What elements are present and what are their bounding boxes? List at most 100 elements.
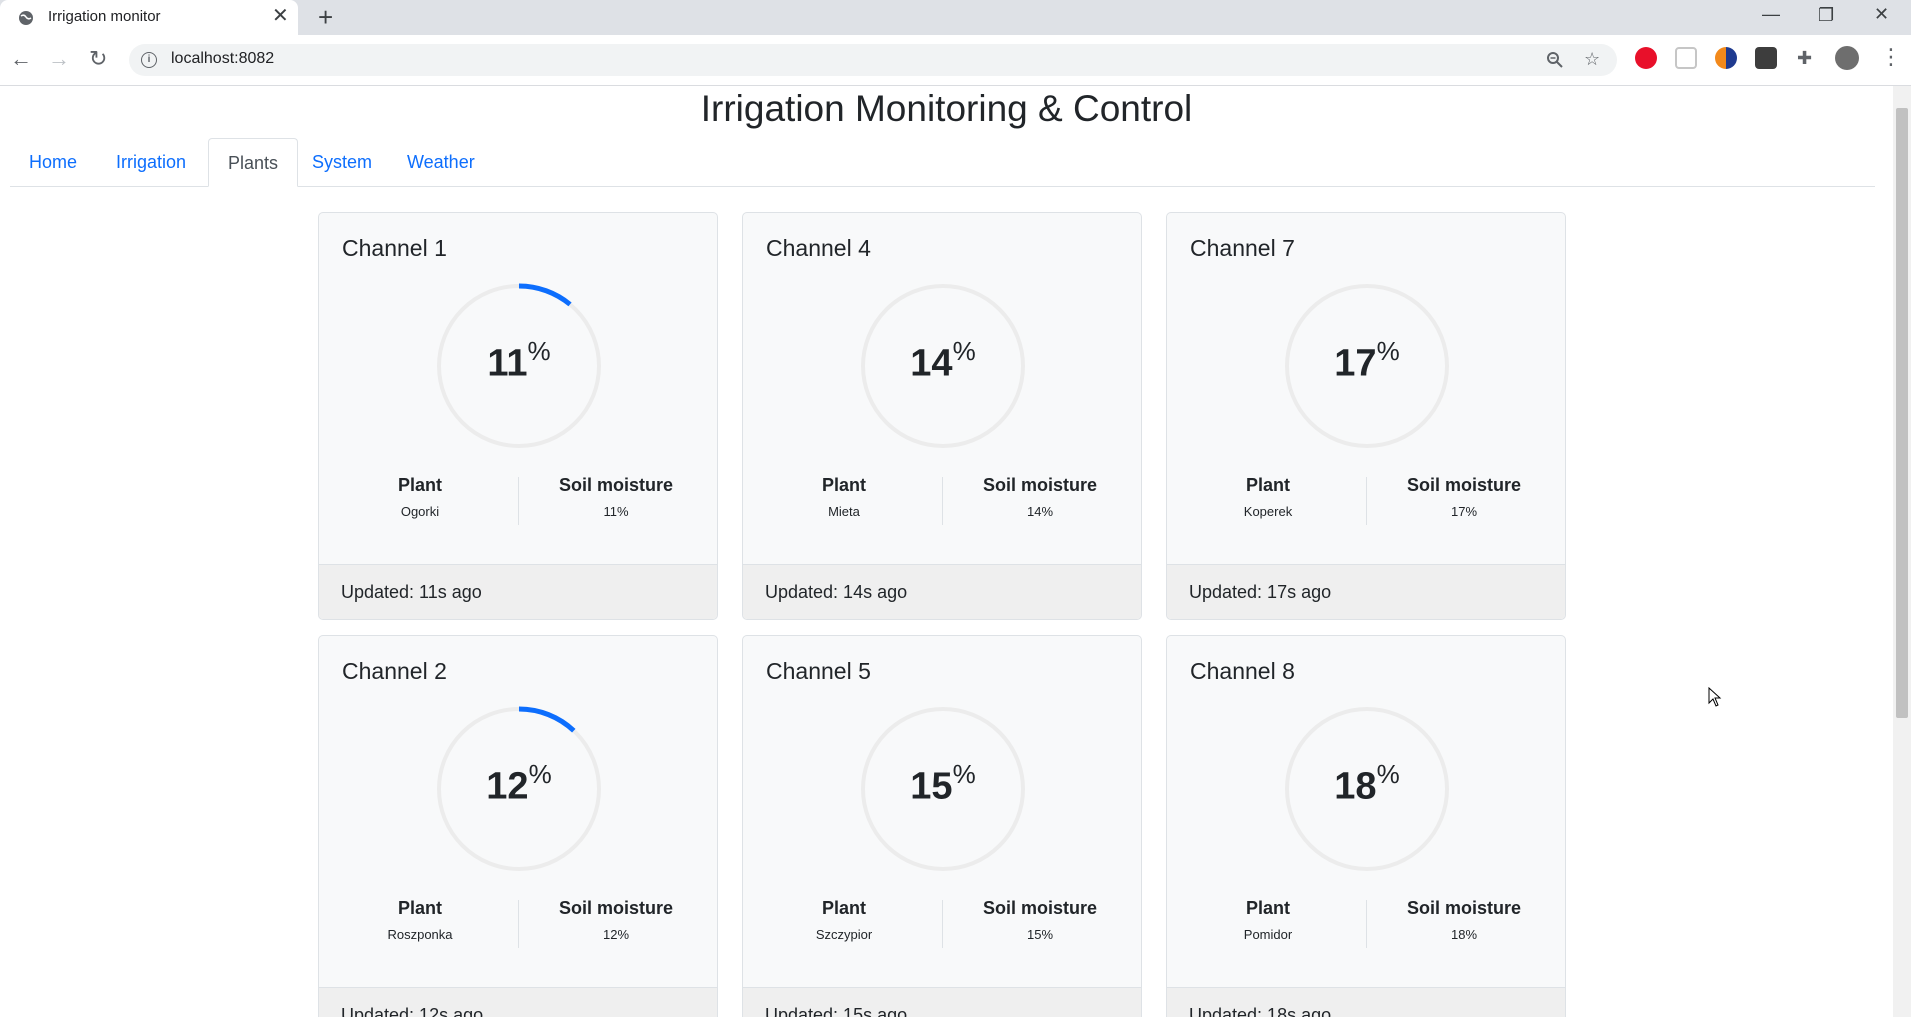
plant-stat: Plant Mieta — [747, 475, 941, 519]
moisture-value: 18% — [1450, 927, 1478, 942]
moisture-label: Soil moisture — [558, 475, 674, 495]
updated-text: Updated: 15s ago — [765, 1005, 908, 1017]
moisture-stat: Soil moisture 14% — [943, 475, 1137, 519]
plant-label: Plant — [1245, 475, 1290, 495]
card-footer: Updated: 18s ago — [1167, 987, 1565, 1017]
updated-text: Updated: 14s ago — [765, 582, 908, 602]
extension-selenium-icon[interactable] — [1755, 47, 1777, 69]
plant-stat: Plant Pomidor — [1171, 898, 1365, 942]
plant-name: Ogorki — [400, 504, 440, 519]
browser-menu-icon[interactable]: ⋮ — [1880, 45, 1902, 69]
plant-name: Koperek — [1243, 504, 1293, 519]
card-stats: Plant Ogorki Soil moisture 11% — [319, 475, 717, 527]
plant-label: Plant — [1245, 898, 1290, 918]
plant-label: Plant — [821, 475, 866, 495]
gauge-value-text: 15% — [858, 759, 1028, 809]
moisture-label: Soil moisture — [982, 898, 1098, 918]
card-stats: Plant Szczypior Soil moisture 15% — [743, 898, 1141, 950]
card-title: Channel 2 — [342, 658, 447, 684]
channel-card: Channel 5 15% Plant Szczypior Soil moist… — [742, 635, 1142, 1017]
gauge-unit: % — [952, 336, 976, 366]
browser-tab[interactable]: Irrigation monitor ✕ — [0, 0, 298, 35]
back-icon[interactable]: ← — [10, 47, 32, 71]
url-text[interactable]: localhost:8082 — [171, 50, 274, 68]
updated-text: Updated: 12s ago — [341, 1005, 484, 1017]
card-footer: Updated: 14s ago — [743, 564, 1141, 619]
site-info-icon[interactable]: i — [141, 52, 157, 68]
page-title: Irrigation Monitoring & Control — [700, 88, 1193, 129]
plant-stat: Plant Roszponka — [323, 898, 517, 942]
moisture-value: 17% — [1450, 504, 1478, 519]
minimize-icon[interactable]: — — [1762, 4, 1780, 25]
globe-icon — [19, 11, 33, 25]
plant-name: Mieta — [828, 504, 860, 519]
forward-icon[interactable]: → — [48, 47, 70, 71]
card-stats: Plant Pomidor Soil moisture 18% — [1167, 898, 1565, 950]
extension-circle-icon[interactable] — [1715, 47, 1737, 69]
extensions-puzzle-icon[interactable]: ✚ — [1797, 48, 1812, 69]
card-footer: Updated: 12s ago — [319, 987, 717, 1017]
card-stats: Plant Mieta Soil moisture 14% — [743, 475, 1141, 527]
plant-label: Plant — [397, 475, 442, 495]
tab-plants[interactable]: Plants — [208, 138, 299, 187]
close-tab-icon[interactable]: ✕ — [272, 6, 289, 26]
channel-card: Channel 8 18% Plant Pomidor Soil moistur… — [1166, 635, 1566, 1017]
tab-irrigation[interactable]: Irrigation — [97, 138, 205, 186]
moisture-stat: Soil moisture 12% — [519, 898, 713, 942]
gauge-value: 11 — [487, 342, 528, 385]
card-stats: Plant Roszponka Soil moisture 12% — [319, 898, 717, 950]
restore-icon[interactable]: ❐ — [1818, 5, 1834, 26]
plant-stat: Plant Szczypior — [747, 898, 941, 942]
bookmark-star-icon[interactable]: ☆ — [1584, 49, 1600, 70]
gauge-value-text: 12% — [434, 759, 604, 809]
card-footer: Updated: 17s ago — [1167, 564, 1565, 619]
page: Irrigation Monitoring & Control Home Irr… — [0, 86, 1893, 1017]
close-window-icon[interactable]: ✕ — [1874, 4, 1889, 25]
updated-text: Updated: 18s ago — [1189, 1005, 1332, 1017]
plant-name: Roszponka — [387, 927, 453, 942]
mouse-cursor-icon — [1708, 687, 1722, 707]
gauge-unit: % — [527, 336, 551, 366]
card-title: Channel 7 — [1190, 235, 1295, 261]
card-stats: Plant Koperek Soil moisture 17% — [1167, 475, 1565, 527]
plant-name: Pomidor — [1243, 927, 1293, 942]
gauge-value: 18 — [1334, 765, 1377, 808]
moisture-value: 11% — [603, 504, 629, 519]
card-footer: Updated: 11s ago — [319, 564, 717, 619]
extension-adblock-icon[interactable] — [1635, 47, 1657, 69]
tab-weather[interactable]: Weather — [388, 138, 494, 186]
gauge-value-text: 17% — [1282, 336, 1452, 386]
browser-tabstrip: Irrigation monitor ✕ + — ❐ ✕ — [0, 0, 1911, 35]
gauge-value: 15 — [910, 765, 953, 808]
profile-avatar-icon[interactable] — [1835, 46, 1859, 70]
updated-text: Updated: 17s ago — [1189, 582, 1332, 602]
gauge-value-text: 14% — [858, 336, 1028, 386]
address-bar[interactable]: i localhost:8082 ☆ — [129, 44, 1617, 76]
moisture-stat: Soil moisture 18% — [1367, 898, 1561, 942]
moisture-stat: Soil moisture 15% — [943, 898, 1137, 942]
reload-icon[interactable]: ↻ — [89, 47, 107, 71]
channel-card: Channel 4 14% Plant Mieta Soil moisture … — [742, 212, 1142, 620]
zoom-icon[interactable] — [1546, 51, 1564, 69]
card-footer: Updated: 15s ago — [743, 987, 1141, 1017]
tab-home[interactable]: Home — [10, 138, 96, 186]
new-tab-icon[interactable]: + — [318, 3, 333, 31]
plant-stat: Plant Ogorki — [323, 475, 517, 519]
moisture-label: Soil moisture — [982, 475, 1098, 495]
channel-card: Channel 2 12% Plant Roszponka Soil moist… — [318, 635, 718, 1017]
updated-text: Updated: 11s ago — [341, 582, 482, 602]
moisture-label: Soil moisture — [1406, 475, 1522, 495]
card-title: Channel 1 — [342, 235, 447, 261]
gauge-value: 17 — [1334, 342, 1377, 385]
moisture-label: Soil moisture — [1406, 898, 1522, 918]
card-title: Channel 4 — [766, 235, 871, 261]
tab-system[interactable]: System — [293, 138, 391, 186]
scroll-thumb[interactable] — [1896, 108, 1908, 718]
gauge-value: 14 — [910, 342, 953, 385]
page-scrollbar[interactable] — [1893, 86, 1911, 1017]
tab-title: Irrigation monitor — [48, 8, 161, 25]
moisture-stat: Soil moisture 11% — [519, 475, 713, 519]
extension-box-icon[interactable] — [1675, 47, 1697, 69]
gauge-unit: % — [1376, 759, 1400, 789]
card-title: Channel 8 — [1190, 658, 1295, 684]
